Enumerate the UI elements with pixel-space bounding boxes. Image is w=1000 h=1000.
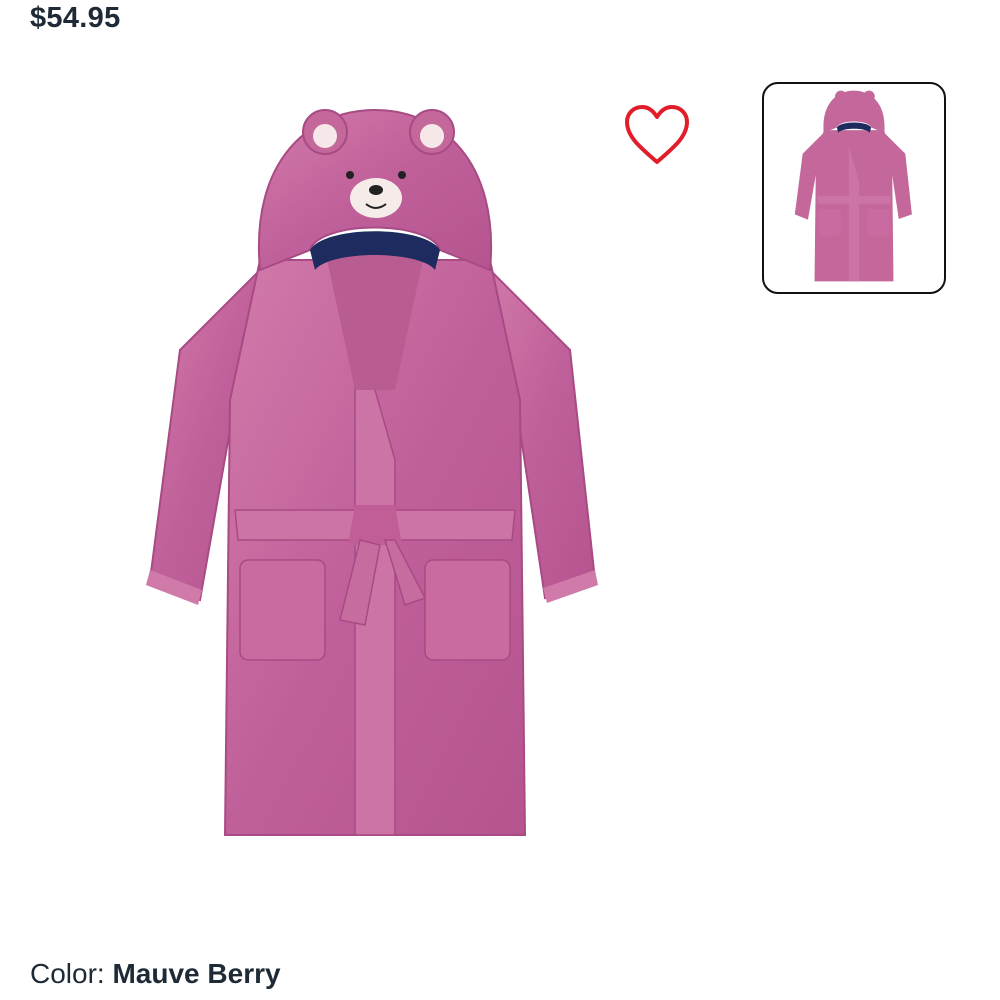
product-thumbnail[interactable] (762, 82, 946, 294)
product-main-image (140, 100, 610, 860)
color-label: Color: (30, 958, 105, 989)
bathrobe-thumbnail (794, 90, 912, 282)
color-selection-label: Color: Mauve Berry (30, 958, 281, 990)
heart-icon (625, 105, 689, 164)
color-value: Mauve Berry (112, 958, 281, 989)
wishlist-heart-button[interactable] (620, 100, 694, 170)
product-price: $54.95 (30, 2, 121, 34)
